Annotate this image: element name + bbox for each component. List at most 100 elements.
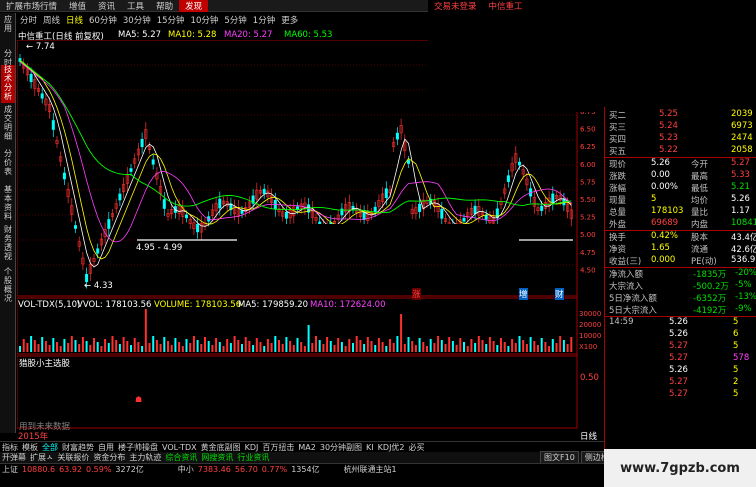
tick-row: 5.27 578 <box>607 353 755 364</box>
indicator-tab-13[interactable]: KDJ优2 <box>376 442 407 453</box>
info-tab-4[interactable]: 主力轨迹 <box>127 452 163 463</box>
left-tab-4[interactable]: 分价表 <box>1 149 15 183</box>
left-tab-1[interactable]: 分时走势 <box>1 49 15 85</box>
trade-login-link[interactable]: 交易未登录 <box>428 0 483 12</box>
left-tab-0[interactable]: 应用 <box>1 15 15 47</box>
volume-bar <box>548 346 551 352</box>
stat-value-2: 5.27 <box>731 158 750 168</box>
tick-volume: 2 <box>733 377 739 387</box>
candle-body <box>395 132 399 140</box>
candle-body <box>40 93 44 99</box>
indicator-tab-3[interactable]: 财富趋势 <box>60 442 96 453</box>
period-5[interactable]: 15分钟 <box>154 14 188 26</box>
volume-bar <box>374 345 377 352</box>
stat-value: 0.000 <box>651 255 676 265</box>
indicator-tab-4[interactable]: 自用 <box>96 442 116 453</box>
candle-body <box>140 138 144 148</box>
marker-cai[interactable]: 财 <box>555 288 564 300</box>
info-tab-6[interactable]: 网搜资讯 <box>199 452 235 463</box>
price-axis-tick: 5.50 <box>580 196 596 204</box>
vvol-label: VVOL: 178103.56 <box>77 300 152 310</box>
volume-bar <box>63 339 66 352</box>
volume-bar <box>204 337 206 352</box>
period-8[interactable]: 1分钟 <box>250 14 278 26</box>
left-tab-2[interactable]: 技术分析 <box>1 65 15 103</box>
volume-bar <box>148 343 151 352</box>
indicator-tab-5[interactable]: 楼子帅操盘 <box>116 442 160 453</box>
stat-row: 涨跌 0.00 最高 5.33 <box>607 170 755 182</box>
candle-body <box>540 205 544 211</box>
info-tab-2[interactable]: 关联报价 <box>55 452 91 463</box>
buy-volume: 2039 <box>731 109 753 119</box>
signal-mark: ☗ <box>135 395 142 404</box>
flow-value: -6352万 <box>693 294 727 304</box>
indicator-tab-14[interactable]: 必买 <box>407 442 427 453</box>
indicator-tab-10[interactable]: MA2 <box>296 443 317 452</box>
left-tab-7[interactable]: 个股概况 <box>1 267 15 307</box>
volume-bar <box>307 325 310 352</box>
candle-body <box>384 188 388 199</box>
indicator-tab-1[interactable]: 模板 <box>20 442 40 453</box>
menu-item-4[interactable]: 帮助 <box>150 0 179 12</box>
period-3[interactable]: 60分钟 <box>86 14 120 26</box>
indicator-tab-9[interactable]: 百万扭击 <box>260 442 296 453</box>
volume-bar <box>118 344 121 352</box>
marker-zhang[interactable]: 涨 <box>412 288 421 300</box>
volume-bar <box>41 337 44 352</box>
candle-body <box>196 224 200 233</box>
period-7[interactable]: 5分钟 <box>221 14 249 26</box>
flow-label: 5日净流入额 <box>609 294 657 304</box>
stat-label: 总量 <box>609 208 627 218</box>
menu-item-0[interactable]: 扩展市场行情 <box>0 0 63 12</box>
info-tab-1[interactable]: 扩展ㅅ <box>28 452 55 463</box>
period-2[interactable]: 日线 <box>63 14 86 26</box>
period-4[interactable]: 30分钟 <box>120 14 154 26</box>
stat-row: 外盘 69689 内盘 108414 <box>607 218 756 230</box>
stat-label: 收益(三) <box>609 257 642 267</box>
candle-body <box>517 161 521 166</box>
masked-area <box>237 224 519 260</box>
indicator-tab-11[interactable]: 30分钟副图 <box>318 442 364 453</box>
indicator-tab-0[interactable]: 指标 <box>0 442 20 453</box>
volume-bar <box>196 340 199 352</box>
volume-bar <box>126 341 129 352</box>
sub-axis-label: 0.50 <box>580 373 599 383</box>
stock-name-link[interactable]: 中信重工 <box>483 0 529 12</box>
indicator-tab-8[interactable]: KDJ <box>243 443 261 452</box>
menu-item-5[interactable]: 发现 <box>179 0 209 12</box>
stat-value-2: 1.17 <box>731 206 750 216</box>
volume-bar <box>189 343 192 352</box>
info-tab-3[interactable]: 资金分布 <box>91 452 127 463</box>
indicator-tab-6[interactable]: VOL-TDX <box>160 443 199 452</box>
menu-item-3[interactable]: 工具 <box>121 0 150 12</box>
stat-row: 现量 5 均价 5.26 <box>607 194 755 206</box>
menu-item-2[interactable]: 资讯 <box>92 0 121 12</box>
period-6[interactable]: 10分钟 <box>188 14 222 26</box>
price-axis-tick: 5.75 <box>580 178 596 186</box>
info-tab-7[interactable]: 行业资讯 <box>235 452 271 463</box>
menu-item-1[interactable]: 增值 <box>63 0 92 12</box>
candle-body <box>96 248 100 254</box>
period-0[interactable]: 分时 <box>17 14 40 26</box>
volume-bar <box>559 336 562 352</box>
indicator-tab-12[interactable]: KI <box>364 443 376 452</box>
left-tab-6[interactable]: 财务透视 <box>1 225 15 265</box>
tick-price: 5.27 <box>669 377 688 387</box>
volume-bar <box>155 340 158 352</box>
period-9[interactable]: 更多 <box>278 14 301 26</box>
stat-value: 69689 <box>651 218 679 228</box>
volume-bar <box>192 336 195 352</box>
buy-label: 买三 <box>609 123 627 133</box>
info-tab-0[interactable]: 开弹幕 <box>0 452 28 463</box>
volume-bar <box>104 339 107 352</box>
left-tab-3[interactable]: 成交明细 <box>1 105 15 147</box>
info-tab-5[interactable]: 综合资讯 <box>163 452 199 463</box>
volume-bar <box>562 340 565 352</box>
stat-label: 涨幅 <box>609 184 627 194</box>
marker-zeng[interactable]: 增 <box>519 288 528 300</box>
volume-bar <box>318 340 321 352</box>
left-tab-5[interactable]: 基本资料 <box>1 185 15 223</box>
period-1[interactable]: 周线 <box>40 14 63 26</box>
indicator-tab-2[interactable]: 全部 <box>40 442 60 453</box>
indicator-tab-7[interactable]: 黄金底副图 <box>199 442 243 453</box>
